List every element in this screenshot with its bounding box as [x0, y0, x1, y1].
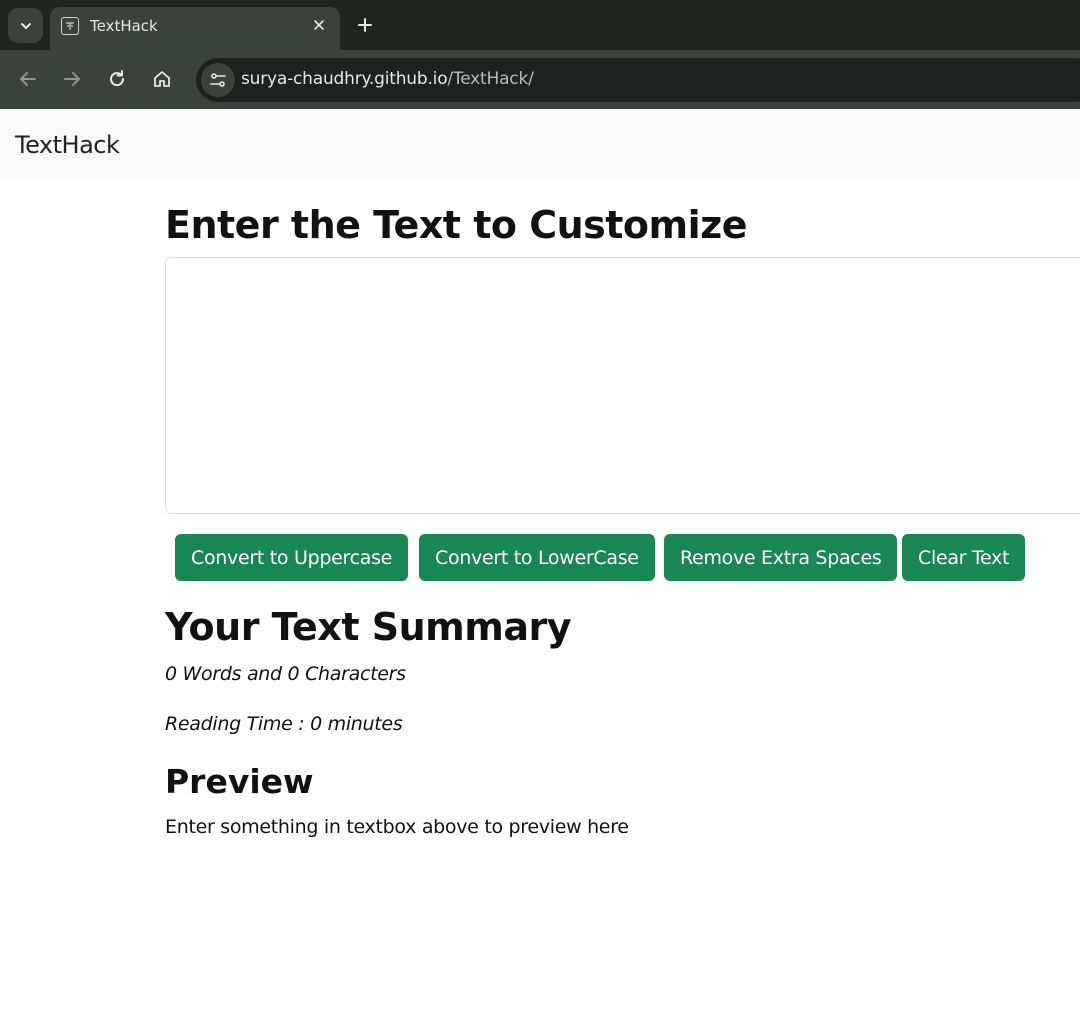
browser-tab-strip: TextHack: [0, 0, 1080, 50]
reload-icon: [110, 70, 125, 87]
summary-heading: Your Text Summary: [165, 605, 571, 649]
remove-extra-spaces-button[interactable]: Remove Extra Spaces: [664, 534, 898, 581]
chevron-down-icon: [20, 22, 31, 29]
convert-uppercase-button[interactable]: Convert to Uppercase: [175, 534, 409, 581]
forward-icon: [64, 72, 80, 86]
home-icon: [154, 71, 170, 87]
forward-button[interactable]: [57, 64, 87, 94]
url-text: surya-chaudhry.github.io/TextHack/: [241, 69, 534, 89]
address-bar[interactable]: surya-chaudhry.github.io/TextHack/: [196, 58, 1080, 102]
url-host: surya-chaudhry.github.io: [241, 69, 448, 89]
site-navbar: TextHack: [0, 109, 1080, 179]
reading-time: Reading Time : 0 minutes: [165, 713, 403, 735]
browser-tab[interactable]: TextHack: [50, 7, 340, 50]
reload-button[interactable]: [102, 64, 132, 94]
text-input[interactable]: [165, 257, 1080, 514]
back-button[interactable]: [13, 64, 43, 94]
url-path: /TextHack/: [447, 69, 534, 89]
navbar-brand[interactable]: TextHack: [15, 131, 120, 159]
new-tab-button[interactable]: [352, 12, 378, 38]
close-icon[interactable]: [308, 14, 330, 36]
plus-icon: [358, 18, 372, 32]
preview-text: Enter something in textbox above to prev…: [165, 816, 629, 838]
page-title: Enter the Text to Customize: [165, 203, 748, 247]
clear-text-button[interactable]: Clear Text: [902, 534, 1026, 581]
convert-lowercase-button[interactable]: Convert to LowerCase: [419, 534, 655, 581]
home-button[interactable]: [147, 64, 177, 94]
tab-title: TextHack: [90, 17, 158, 35]
word-char-count: 0 Words and 0 Characters: [165, 663, 406, 685]
favicon-icon: [61, 17, 79, 35]
browser-toolbar: surya-chaudhry.github.io/TextHack/: [0, 50, 1080, 109]
tab-list-button[interactable]: [8, 8, 43, 43]
back-icon: [20, 72, 36, 86]
preview-heading: Preview: [165, 762, 314, 801]
site-settings-icon[interactable]: [201, 63, 235, 97]
